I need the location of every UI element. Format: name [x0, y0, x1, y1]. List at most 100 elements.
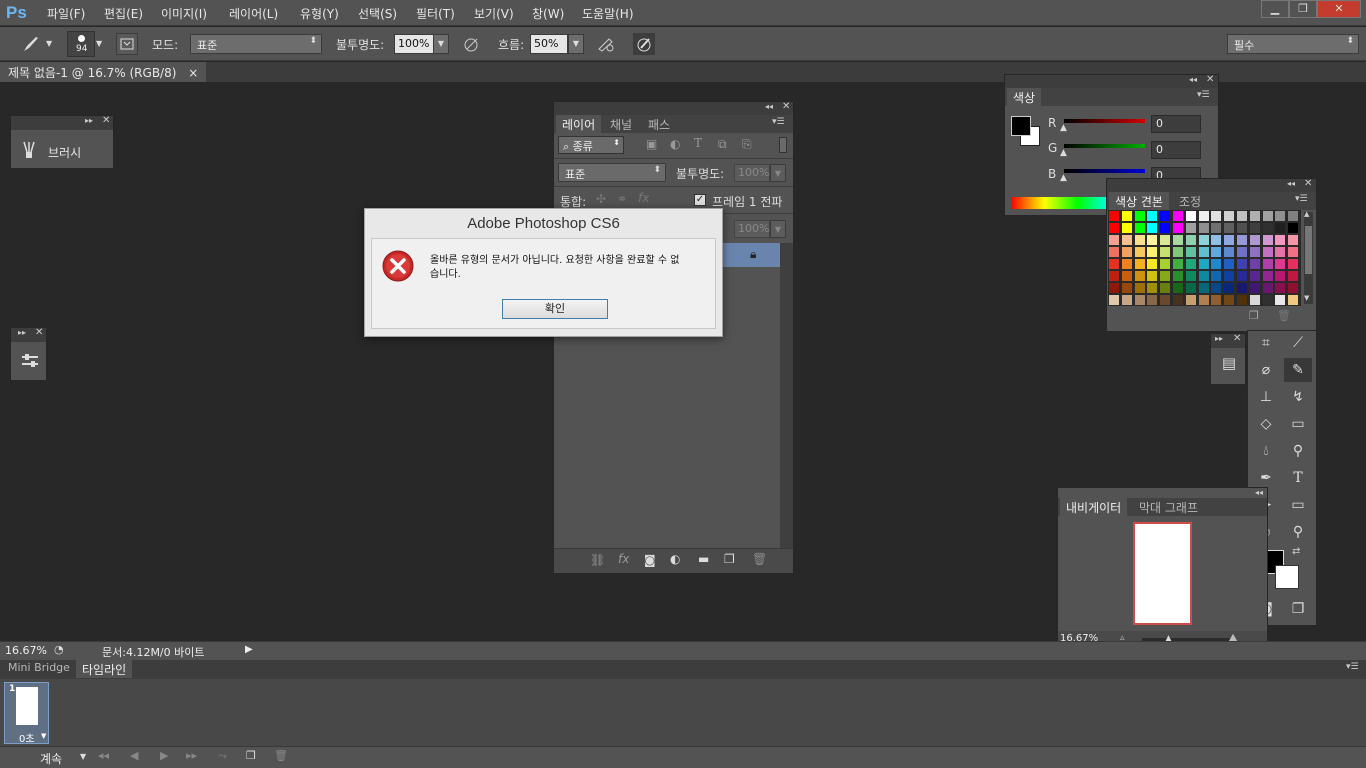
color-swatch[interactable]	[1198, 295, 1209, 305]
menu-filter[interactable]: 필터(T)	[416, 5, 455, 22]
color-swatch[interactable]	[1198, 259, 1209, 269]
green-slider[interactable]	[1064, 144, 1145, 148]
menu-select[interactable]: 선택(S)	[358, 5, 397, 22]
fill-input[interactable]: 100%	[734, 220, 770, 238]
color-swatch[interactable]	[1173, 271, 1183, 281]
color-swatch[interactable]	[1147, 211, 1158, 221]
menu-image[interactable]: 이미지(I)	[161, 5, 207, 22]
filter-shape-icon[interactable]: ⧉	[718, 137, 727, 152]
blue-slider[interactable]	[1064, 169, 1145, 173]
color-swatch[interactable]	[1147, 295, 1158, 305]
layers-scrollbar[interactable]	[780, 243, 793, 548]
tab-swatches[interactable]: 색상 견본	[1109, 192, 1169, 210]
eraser-tool-icon[interactable]: ◇	[1252, 412, 1280, 436]
color-swatch[interactable]	[1121, 259, 1132, 269]
frame-delay-dropdown-icon[interactable]: ▼	[41, 732, 46, 740]
color-swatch[interactable]	[1160, 271, 1171, 281]
color-swatch[interactable]	[1185, 259, 1196, 269]
delete-swatch-icon[interactable]: 🗑︎	[1277, 309, 1291, 322]
color-swatch[interactable]	[1262, 259, 1273, 269]
color-swatch[interactable]	[1237, 223, 1247, 233]
color-swatch[interactable]	[1173, 235, 1183, 245]
tab-paths[interactable]: 패스	[642, 115, 676, 133]
color-swatch[interactable]	[1224, 235, 1235, 245]
color-swatch[interactable]	[1249, 271, 1260, 281]
color-swatch[interactable]	[1211, 211, 1222, 221]
collapse-icon[interactable]: ◂◂	[765, 102, 773, 111]
foreground-color-swatch[interactable]	[1011, 116, 1031, 136]
dodge-tool-icon[interactable]: ⚲	[1284, 439, 1312, 463]
rectangle-tool-icon[interactable]: ▭	[1284, 493, 1312, 517]
pressure-size-icon[interactable]	[633, 33, 655, 55]
color-swatch[interactable]	[1121, 211, 1132, 221]
color-swatch[interactable]	[1237, 295, 1247, 305]
collapse-icon[interactable]: ◂◂	[1189, 75, 1197, 84]
brush-tool-selected-icon[interactable]: ✎	[1284, 358, 1312, 382]
workspace-select[interactable]: 필수 ⬍	[1227, 34, 1359, 54]
scroll-down-icon[interactable]: ▼	[1304, 294, 1309, 302]
color-swatch[interactable]	[1121, 235, 1132, 245]
menu-help[interactable]: 도움말(H)	[582, 5, 634, 22]
color-swatch[interactable]	[1134, 247, 1145, 257]
brush-tool-icon[interactable]	[20, 33, 42, 55]
color-swatch[interactable]	[1109, 211, 1119, 221]
slider-handle-icon[interactable]: ▲	[1060, 173, 1067, 183]
layer-filter-select[interactable]: ⌕ 종류 ⬍	[558, 136, 624, 154]
add-layer-style-icon[interactable]: fx	[618, 552, 629, 566]
color-swatch[interactable]	[1211, 259, 1222, 269]
brush-panel-label[interactable]: 브러시	[48, 144, 81, 161]
layer-opacity-input[interactable]: 100%	[734, 164, 770, 182]
color-swatch[interactable]	[1109, 223, 1119, 233]
blend-mode-select[interactable]: 표준 ⬍	[558, 163, 666, 182]
color-swatch[interactable]	[1262, 211, 1273, 221]
color-swatch[interactable]	[1249, 211, 1260, 221]
close-panel-icon[interactable]: ✕	[35, 327, 43, 338]
delete-frame-icon[interactable]: 🗑︎	[274, 749, 288, 762]
color-swatch[interactable]	[1224, 211, 1235, 221]
color-swatch[interactable]	[1211, 295, 1222, 305]
color-swatch[interactable]	[1288, 247, 1299, 257]
color-swatch[interactable]	[1237, 259, 1247, 269]
color-swatch[interactable]	[1249, 259, 1260, 269]
color-swatch[interactable]	[1224, 223, 1235, 233]
color-swatch[interactable]	[1275, 271, 1286, 281]
scroll-thumb[interactable]	[1305, 226, 1312, 274]
color-swatch[interactable]	[1121, 223, 1132, 233]
tab-mini-bridge[interactable]: Mini Bridge	[2, 660, 76, 678]
color-swatch[interactable]	[1211, 223, 1222, 233]
new-adjustment-layer-icon[interactable]: ◐	[670, 552, 680, 566]
color-swatch[interactable]	[1224, 271, 1235, 281]
status-menu-arrow-icon[interactable]: ▶	[245, 644, 253, 655]
color-swatch[interactable]	[1198, 235, 1209, 245]
close-panel-icon[interactable]: ✕	[1206, 74, 1214, 85]
opacity-input[interactable]: 100%	[394, 34, 434, 54]
color-swatch[interactable]	[1109, 259, 1119, 269]
brush-panel-toggle-icon[interactable]	[116, 33, 138, 55]
color-swatch[interactable]	[1160, 283, 1171, 293]
color-swatch[interactable]	[1237, 247, 1247, 257]
menu-file[interactable]: 파일(F)	[47, 5, 85, 22]
loop-dropdown-icon[interactable]: ▼	[80, 752, 86, 761]
color-swatch[interactable]	[1211, 247, 1222, 257]
scroll-up-icon[interactable]: ▲	[1304, 210, 1309, 218]
color-swatch[interactable]	[1109, 271, 1119, 281]
status-info-icon[interactable]: ◔	[54, 643, 64, 656]
clone-stamp-tool-icon[interactable]: ⊥	[1252, 385, 1280, 409]
flow-dropdown-icon[interactable]: ▼	[568, 34, 584, 54]
color-swatch[interactable]	[1288, 235, 1299, 245]
color-swatch[interactable]	[1198, 271, 1209, 281]
color-swatch[interactable]	[1109, 283, 1119, 293]
tab-channels[interactable]: 채널	[604, 115, 638, 133]
color-swatch[interactable]	[1185, 235, 1196, 245]
flow-input[interactable]: 50%	[530, 34, 568, 54]
color-swatch[interactable]	[1121, 247, 1132, 257]
collapse-icon[interactable]: ▸▸	[1215, 334, 1223, 343]
navigator-preview[interactable]	[1133, 522, 1192, 625]
swatches-scrollbar[interactable]: ▲ ▼	[1304, 210, 1313, 304]
color-swatch[interactable]	[1109, 247, 1119, 257]
color-swatch[interactable]	[1134, 271, 1145, 281]
propagate-frame-checkbox[interactable]: ✓	[694, 194, 706, 206]
color-swatch[interactable]	[1288, 271, 1299, 281]
tab-navigator[interactable]: 내비게이터	[1060, 498, 1128, 516]
type-tool-icon[interactable]: T	[1284, 466, 1312, 490]
